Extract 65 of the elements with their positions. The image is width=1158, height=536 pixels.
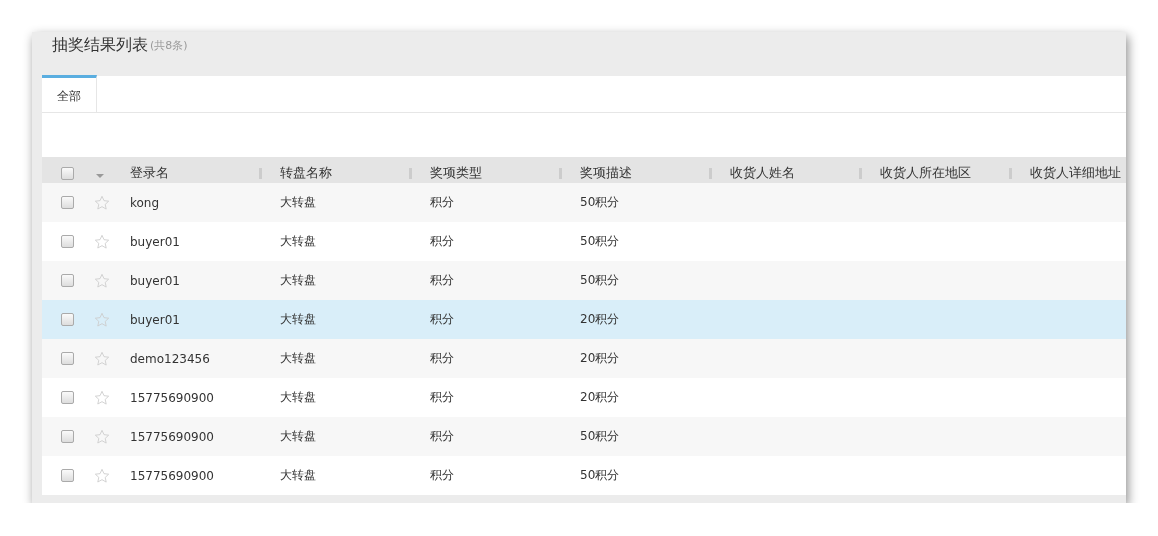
table-cell: 50积分 (580, 194, 620, 211)
star-icon[interactable] (94, 233, 110, 250)
table-cell: 15775690900 (130, 468, 214, 483)
table-cell: 50积分 (580, 428, 620, 445)
row-checkbox[interactable] (61, 352, 74, 365)
select-all-checkbox[interactable] (61, 167, 74, 180)
table-row[interactable]: 15775690900 大转盘 积分 50积分 (42, 417, 1126, 456)
table-cell: 大转盘 (280, 233, 316, 250)
star-icon[interactable] (94, 467, 110, 484)
table-cell: 积分 (430, 428, 454, 445)
row-checkbox[interactable] (61, 196, 74, 209)
table-cell: buyer01 (130, 273, 180, 288)
table-cell: buyer01 (130, 234, 180, 249)
row-checkbox[interactable] (61, 391, 74, 404)
table-cell: 积分 (430, 467, 454, 484)
table-cell: 50积分 (580, 272, 620, 289)
table-cell: 大转盘 (280, 467, 316, 484)
row-checkbox[interactable] (61, 469, 74, 482)
caret-icon[interactable] (96, 174, 104, 178)
table-cell: kong (130, 195, 160, 210)
table-row[interactable]: demo123456 大转盘 积分 20积分 (42, 339, 1126, 378)
row-checkbox[interactable] (61, 430, 74, 443)
column-header[interactable]: 收货人所在地区 (880, 164, 971, 182)
tab[interactable]: 全部 (42, 75, 97, 112)
star-icon[interactable] (94, 428, 110, 445)
table-cell: 50积分 (580, 233, 620, 250)
record-count: (共8条) (150, 38, 188, 54)
table-cell: 大转盘 (280, 350, 316, 367)
row-checkbox[interactable] (61, 274, 74, 287)
star-icon[interactable] (94, 389, 110, 406)
table-cell: 大转盘 (280, 311, 316, 328)
row-checkbox[interactable] (61, 235, 74, 248)
table-cell: demo123456 (130, 351, 210, 366)
star-icon[interactable] (94, 194, 110, 211)
table-cell: 大转盘 (280, 272, 316, 289)
table-cell: 15775690900 (130, 429, 214, 444)
table-row[interactable]: buyer01 大转盘 积分 20积分 (42, 300, 1126, 339)
table-cell: 积分 (430, 350, 454, 367)
column-header[interactable]: 奖项描述 (580, 164, 632, 182)
table-cell: 大转盘 (280, 194, 316, 211)
star-icon[interactable] (94, 311, 110, 328)
row-checkbox[interactable] (61, 313, 74, 326)
table-cell: 20积分 (580, 311, 620, 328)
table-cell: 15775690900 (130, 390, 214, 405)
star-icon[interactable] (94, 350, 110, 367)
table-cell: 大转盘 (280, 428, 316, 445)
column-header[interactable]: 登录名 (130, 164, 169, 182)
table-cell: 大转盘 (280, 389, 316, 406)
table-cell: 20积分 (580, 350, 620, 367)
table-cell: 积分 (430, 194, 454, 211)
column-header[interactable]: 收货人姓名 (730, 164, 795, 182)
star-icon[interactable] (94, 272, 110, 289)
table-cell: 积分 (430, 233, 454, 250)
table-cell: 积分 (430, 272, 454, 289)
table-row[interactable]: buyer01 大转盘 积分 50积分 (42, 261, 1126, 300)
table-cell: 20积分 (580, 389, 620, 406)
table-cell: 积分 (430, 389, 454, 406)
table-cell: 积分 (430, 311, 454, 328)
column-header[interactable]: 转盘名称 (280, 164, 332, 182)
column-header[interactable]: 收货人详细地址 (1030, 164, 1121, 182)
panel-title: 抽奖结果列表 (52, 34, 148, 56)
table-cell: 50积分 (580, 467, 620, 484)
table-cell: buyer01 (130, 312, 180, 327)
table-row[interactable]: kong 大转盘 积分 50积分 (42, 183, 1126, 222)
column-header[interactable]: 奖项类型 (430, 164, 482, 182)
